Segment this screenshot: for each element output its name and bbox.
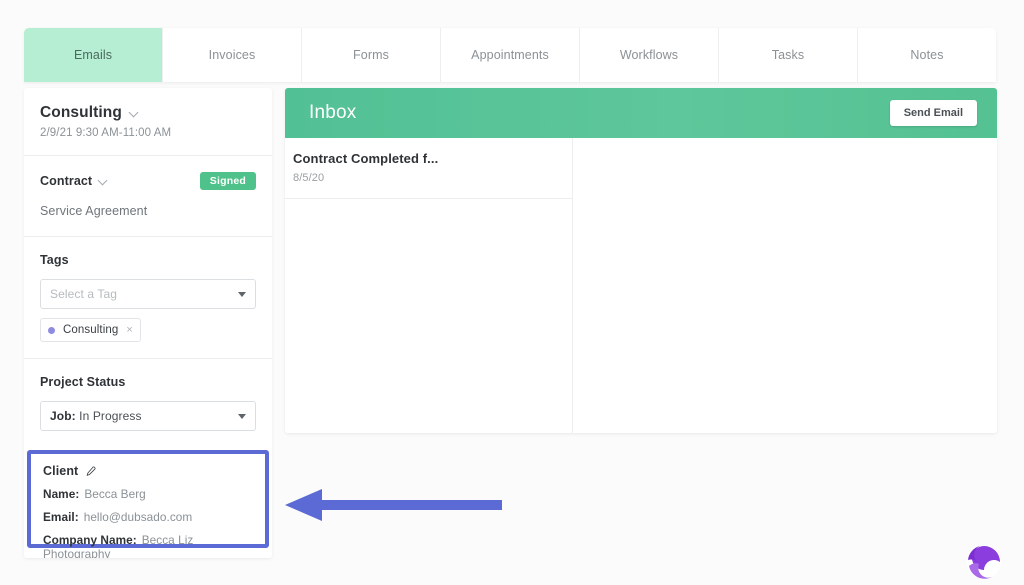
inbox-title: Inbox: [309, 102, 356, 124]
client-field-value: Becca Berg: [84, 487, 145, 501]
tab-label: Invoices: [209, 48, 256, 62]
send-email-button[interactable]: Send Email: [890, 100, 977, 126]
project-sidebar: Consulting 2/9/21 9:30 AM-11:00 AM Contr…: [24, 88, 272, 558]
inbox-header: Inbox Send Email: [285, 88, 997, 138]
tab-label: Appointments: [471, 48, 549, 62]
contract-section: Contract Signed Service Agreement: [24, 156, 272, 236]
client-field-key: Name:: [43, 487, 79, 501]
inbox-panel: Inbox Send Email Contract Completed f...…: [285, 88, 997, 433]
status-badge: Signed: [200, 172, 256, 190]
project-status-section: Project Status Job: In Progress: [24, 359, 272, 447]
tab-notes[interactable]: Notes: [858, 28, 996, 82]
email-preview-pane: [573, 138, 997, 433]
project-status-select[interactable]: Job: In Progress: [40, 401, 256, 431]
page-title: Consulting: [40, 104, 122, 122]
tags-section: Tags Select a Tag Consulting ×: [24, 237, 272, 358]
tag-color-dot-icon: [48, 327, 55, 334]
client-card[interactable]: Client Name: Becca Berg Email: hello@dubsa…: [27, 450, 269, 548]
tab-tasks[interactable]: Tasks: [719, 28, 858, 82]
tags-label: Tags: [40, 253, 256, 267]
annotation-arrow-icon: [280, 485, 510, 525]
chevron-down-icon[interactable]: [130, 109, 139, 118]
client-field-key: Company Name:: [43, 533, 137, 547]
tab-label: Workflows: [620, 48, 678, 62]
tab-appointments[interactable]: Appointments: [441, 28, 580, 82]
project-status-value: Job: In Progress: [50, 409, 142, 423]
tab-label: Emails: [74, 48, 112, 62]
email-subject: Contract Completed f...: [293, 151, 556, 166]
contract-label-group[interactable]: Contract: [40, 174, 108, 188]
email-date: 8/5/20: [293, 172, 556, 184]
tab-label: Tasks: [772, 48, 804, 62]
tag-select[interactable]: Select a Tag: [40, 279, 256, 309]
pencil-icon[interactable]: [85, 466, 96, 477]
tab-invoices[interactable]: Invoices: [163, 28, 302, 82]
tab-emails[interactable]: Emails: [24, 28, 163, 82]
email-list: Contract Completed f... 8/5/20: [285, 138, 573, 433]
tag-chip-label: Consulting: [63, 324, 118, 336]
client-card-title: Client: [43, 464, 78, 478]
client-field-name: Name: Becca Berg: [43, 487, 253, 501]
tag-select-placeholder: Select a Tag: [50, 287, 117, 301]
tag-chip[interactable]: Consulting ×: [40, 318, 141, 342]
tab-bar: Emails Invoices Forms Appointments Workf…: [24, 28, 996, 82]
contract-label: Contract: [40, 174, 92, 188]
list-item[interactable]: Contract Completed f... 8/5/20: [285, 138, 572, 199]
chevron-down-icon[interactable]: [99, 177, 108, 186]
brand-logo-icon: [966, 544, 1002, 580]
client-card-header: Client: [43, 464, 253, 478]
chevron-down-icon: [238, 414, 246, 419]
client-field-key: Email:: [43, 510, 79, 524]
inbox-body: Contract Completed f... 8/5/20: [285, 138, 997, 433]
contract-header-row: Contract Signed: [40, 172, 256, 190]
project-status-key: Job:: [50, 409, 76, 423]
tab-label: Forms: [353, 48, 389, 62]
project-status-label: Project Status: [40, 375, 256, 389]
client-field-company: Company Name:Becca Liz Photography: [43, 533, 253, 558]
client-field-value: hello@dubsado.com: [84, 510, 193, 524]
project-status-value-text: In Progress: [79, 409, 141, 423]
client-field-email: Email: hello@dubsado.com: [43, 510, 253, 524]
chevron-down-icon: [238, 292, 246, 297]
contract-name[interactable]: Service Agreement: [40, 204, 256, 218]
tab-workflows[interactable]: Workflows: [580, 28, 719, 82]
tab-forms[interactable]: Forms: [302, 28, 441, 82]
project-date-range: 2/9/21 9:30 AM-11:00 AM: [40, 127, 256, 139]
tab-label: Notes: [910, 48, 943, 62]
app-root: Emails Invoices Forms Appointments Workf…: [0, 0, 1024, 585]
project-header: Consulting 2/9/21 9:30 AM-11:00 AM: [24, 88, 272, 155]
close-icon[interactable]: ×: [126, 325, 132, 336]
project-title-row[interactable]: Consulting: [40, 104, 256, 122]
